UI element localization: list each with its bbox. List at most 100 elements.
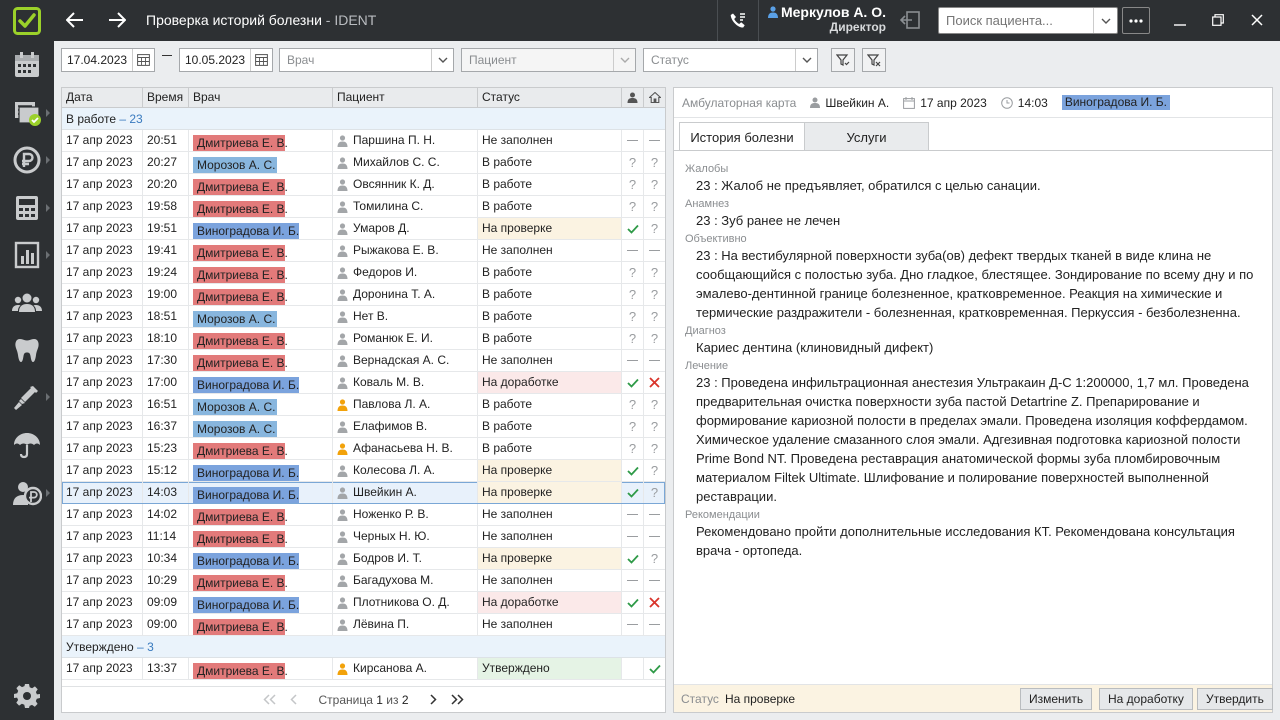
first-page-icon[interactable] <box>258 690 282 710</box>
chevron-down-icon[interactable] <box>613 49 635 71</box>
column-header-patient[interactable]: Пациент <box>333 88 478 107</box>
table-row[interactable]: 17 апр 2023 20:27 Морозов А. С. Михайлов С.… <box>62 152 665 174</box>
table-row[interactable]: 17 апр 2023 17:30 Дмитриева Е. В. Вернадска… <box>62 350 665 372</box>
table-row[interactable]: 17 апр 2023 13:37 Дмитриева Е. В. Кирсанова… <box>62 658 665 680</box>
patient-filter[interactable]: Пациент <box>461 48 636 72</box>
table-row[interactable]: 17 апр 2023 19:41 Дмитриева Е. В. Рыжакова … <box>62 240 665 262</box>
record-patient[interactable]: Швейкин А. <box>810 96 889 110</box>
sidebar-item-treatment[interactable] <box>0 375 54 419</box>
table-row[interactable]: 17 апр 2023 14:03 Виноградова И. Б. Швейкин… <box>62 482 665 504</box>
change-button[interactable]: Изменить <box>1020 688 1093 710</box>
column-header-doctor-approval[interactable] <box>622 88 644 107</box>
send-to-rework-button[interactable]: На доработку <box>1099 688 1193 710</box>
table-row[interactable]: 17 апр 2023 20:51 Дмитриева Е. В. Паршина П… <box>62 130 665 152</box>
group-header[interactable]: Утверждено – 3 <box>62 636 665 658</box>
tab-services[interactable]: Услуги <box>805 122 929 151</box>
person-icon <box>337 508 353 521</box>
calendar-icon[interactable] <box>132 49 154 71</box>
cell-patient: Павлова Л. А. <box>333 394 478 415</box>
chevron-down-icon[interactable] <box>1093 8 1117 33</box>
question-icon: ? <box>650 199 659 214</box>
patient-search[interactable] <box>938 7 1118 34</box>
sidebar-item-patients[interactable] <box>0 281 54 325</box>
table-row[interactable]: 17 апр 2023 17:00 Виноградова И. Б. Коваль … <box>62 372 665 394</box>
sidebar-item-calendar[interactable] <box>0 43 54 87</box>
forward-arrow-icon[interactable] <box>105 8 129 32</box>
record-status-bar: Статус На проверке Изменить На доработку… <box>674 684 1273 712</box>
table-row[interactable]: 17 апр 2023 09:09 Виноградова И. Б. Плотник… <box>62 592 665 614</box>
sidebar-item-tooth[interactable] <box>0 328 54 372</box>
date-to-field[interactable]: 10.05.2023 <box>179 48 273 72</box>
tab-history[interactable]: История болезни <box>679 122 805 151</box>
chevron-down-icon[interactable] <box>431 49 453 71</box>
cell-time: 15:12 <box>143 460 189 481</box>
restore-icon[interactable] <box>1206 8 1230 32</box>
more-options-icon[interactable] <box>1122 7 1150 34</box>
sidebar-item-insurance[interactable] <box>0 423 54 467</box>
person-icon <box>337 178 353 191</box>
check-icon <box>622 482 644 503</box>
table-row[interactable]: 17 апр 2023 16:51 Морозов А. С. Павлова Л. … <box>62 394 665 416</box>
table-row[interactable]: 17 апр 2023 14:02 Дмитриева Е. В. Ноженко Р… <box>62 504 665 526</box>
record-detail-panel: Амбулаторная карта Швейкин А. 17 апр 202… <box>673 87 1273 713</box>
cell-status: Не заполнен <box>478 570 622 591</box>
cell-status: В работе <box>478 152 622 173</box>
doctor-tag: Дмитриева Е. В. <box>193 135 288 151</box>
table-row[interactable]: 17 апр 2023 15:12 Виноградова И. Б. Колесов… <box>62 460 665 482</box>
table-row[interactable]: 17 апр 2023 19:51 Виноградова И. Б. Умаров … <box>62 218 665 240</box>
clear-filter-icon[interactable] <box>862 48 886 72</box>
logout-icon[interactable] <box>896 8 926 32</box>
cell-doctor: Виноградова И. Б. <box>189 218 333 239</box>
patient-search-input[interactable] <box>939 8 1093 33</box>
sidebar-item-settings[interactable] <box>0 674 54 718</box>
patient-name: Рыжакова Е. В. <box>353 243 439 257</box>
table-row[interactable]: 17 апр 2023 10:29 Дмитриева Е. В. Багадухов… <box>62 570 665 592</box>
cell-doctor: Дмитриева Е. В. <box>189 196 333 217</box>
sidebar-item-reports[interactable] <box>0 233 54 277</box>
table-row[interactable]: 17 апр 2023 19:58 Дмитриева Е. В. Томилина … <box>62 196 665 218</box>
patient-name: Багадухова М. <box>353 573 434 587</box>
minimize-icon[interactable] <box>1168 8 1192 32</box>
table-row[interactable]: 17 апр 2023 11:14 Дмитриева Е. В. Черных Н.… <box>62 526 665 548</box>
table-row[interactable]: 17 апр 2023 20:20 Дмитриева Е. В. Овсянник … <box>62 174 665 196</box>
last-page-icon[interactable] <box>445 690 469 710</box>
phone-icon[interactable] <box>718 0 758 41</box>
group-header[interactable]: В работе – 23 <box>62 108 665 130</box>
next-page-icon[interactable] <box>421 690 445 710</box>
table-row[interactable]: 17 апр 2023 19:24 Дмитриева Е. В. Федоров И… <box>62 262 665 284</box>
patient-name: Швейкин А. <box>353 485 417 499</box>
table-row[interactable]: 17 апр 2023 10:34 Виноградова И. Б. Бодров … <box>62 548 665 570</box>
section-title-objective: Объективно <box>685 233 747 245</box>
column-header-date[interactable]: Дата <box>62 88 143 107</box>
back-arrow-icon[interactable] <box>63 8 87 32</box>
approve-button[interactable]: Утвердить <box>1197 688 1273 710</box>
column-header-clinic-approval[interactable] <box>644 88 665 107</box>
cell-status: На проверке <box>478 460 622 481</box>
sidebar-item-payments[interactable] <box>0 138 54 182</box>
sidebar-item-finance[interactable] <box>0 471 54 515</box>
sidebar-item-records[interactable] <box>0 91 54 135</box>
column-header-status[interactable]: Статус <box>478 88 622 107</box>
apply-filter-icon[interactable] <box>831 48 855 72</box>
patient-name: Афанасьева Н. В. <box>353 441 453 455</box>
table-row[interactable]: 17 апр 2023 18:10 Дмитриева Е. В. Романюк Е… <box>62 328 665 350</box>
person-icon <box>337 552 353 565</box>
close-icon[interactable] <box>1245 8 1269 32</box>
chevron-down-icon[interactable] <box>795 49 817 71</box>
status-filter[interactable]: Статус <box>643 48 818 72</box>
sidebar-item-calculator[interactable] <box>0 186 54 230</box>
doctor-filter[interactable]: Врач <box>279 48 454 72</box>
question-icon: ? <box>650 265 659 280</box>
table-row[interactable]: 17 апр 2023 15:23 Дмитриева Е. В. Афанасьев… <box>62 438 665 460</box>
table-row[interactable]: 17 апр 2023 18:51 Морозов А. С. Нет В. В раб… <box>62 306 665 328</box>
table-row[interactable]: 17 апр 2023 16:37 Морозов А. С. Елафимов В.… <box>62 416 665 438</box>
column-header-doctor[interactable]: Врач <box>189 88 333 107</box>
calendar-icon[interactable] <box>250 49 272 71</box>
column-header-time[interactable]: Время <box>143 88 189 107</box>
table-row[interactable]: 17 апр 2023 19:00 Дмитриева Е. В. Доронина … <box>62 284 665 306</box>
prev-page-icon[interactable] <box>282 690 306 710</box>
table-row[interactable]: 17 апр 2023 09:00 Дмитриева Е. В. Лёвина П.… <box>62 614 665 636</box>
date-from-field[interactable]: 17.04.2023 <box>61 48 155 72</box>
current-user[interactable]: Меркулов А. О. Директор <box>764 5 886 35</box>
patient-name: Романюк Е. И. <box>353 331 433 345</box>
